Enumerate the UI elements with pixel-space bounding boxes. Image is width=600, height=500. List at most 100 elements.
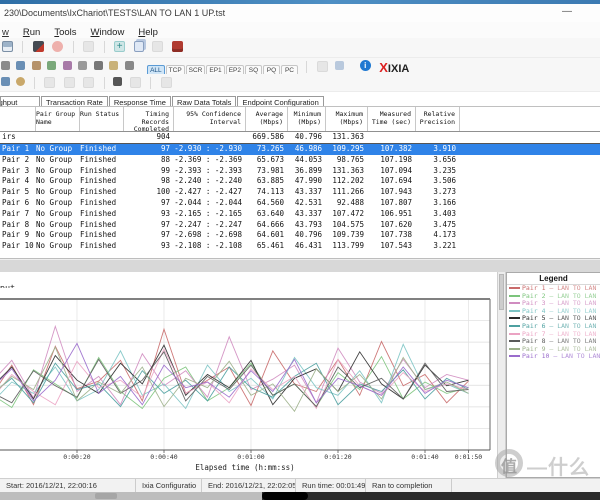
sort-icon[interactable]: [78, 61, 87, 70]
menu-item-tools[interactable]: Tools: [54, 27, 76, 38]
edit-icon[interactable]: [1, 77, 10, 86]
legend-item-pair-7[interactable]: Pair 7 — LAN TO LAN 1 UP: [507, 331, 600, 339]
table-row[interactable]: Pair 10No GroupFinished93-2.108 : -2.108…: [0, 241, 600, 252]
run-test-icon[interactable]: [33, 41, 44, 52]
cell-timing: 97: [124, 144, 174, 155]
group-icon[interactable]: [94, 61, 103, 70]
grid-summary-row[interactable]: All Pairs904669.58640.796131.363: [0, 132, 600, 144]
cell-group: No Group: [36, 176, 80, 187]
table-row[interactable]: Pair 6No GroupFinished97-2.044 : -2.0446…: [0, 198, 600, 209]
legend-swatch: [509, 310, 520, 312]
chart-icon[interactable]: [47, 61, 56, 70]
table-row[interactable]: Pair 2No GroupFinished88-2.369 : -2.3696…: [0, 155, 600, 166]
grid-header-average[interactable]: Average (Mbps): [246, 107, 288, 131]
disabled-tool-icon: [83, 41, 94, 52]
chart-title: Throughput: [0, 284, 15, 288]
multicast-icon[interactable]: [32, 61, 41, 70]
cell-conf: -2.930 : -2.930: [174, 144, 246, 155]
cell-status: Finished: [80, 144, 124, 155]
legend-swatch: [509, 333, 520, 335]
legend-item-pair-8[interactable]: Pair 8 — LAN TO LAN 1 UP: [507, 338, 600, 346]
legend-swatch: [509, 287, 520, 289]
cell-prec: 3.403: [416, 209, 460, 220]
legend-item-pair-2[interactable]: Pair 2 — LAN TO LAN 1 UP: [507, 293, 600, 301]
table-row[interactable]: Pair 3No GroupFinished99-2.393 : -2.3937…: [0, 166, 600, 177]
legend-item-pair-1[interactable]: Pair 1 — LAN TO LAN 1 UP: [507, 285, 600, 293]
cell-pair: Pair 1: [2, 144, 36, 155]
pair-icon[interactable]: [16, 61, 25, 70]
cell-status: Finished: [80, 230, 124, 241]
grid-header-measured[interactable]: Measured Time (sec): [368, 107, 416, 131]
grid-header-pair: [2, 107, 36, 131]
table-row[interactable]: Pair 5No GroupFinished100-2.427 : -2.427…: [0, 187, 600, 198]
copy-icon[interactable]: [134, 41, 144, 52]
toolbar-main: +: [0, 38, 600, 58]
table-row[interactable]: Pair 9No GroupFinished97-2.698 : -2.6986…: [0, 230, 600, 241]
add-pair-icon[interactable]: +: [114, 41, 125, 52]
summary-cell: 669.586: [246, 132, 288, 143]
cell-timing: 97: [124, 198, 174, 209]
table-row[interactable]: Pair 7No GroupFinished93-2.165 : -2.1656…: [0, 209, 600, 220]
menu-item-help[interactable]: Help: [138, 27, 158, 38]
table-row[interactable]: Pair 1No GroupFinished97-2.930 : -2.9307…: [0, 144, 600, 155]
toolbar-separator: [104, 41, 105, 53]
grid-header-timing-records[interactable]: Timing Records Completed: [124, 107, 174, 131]
cell-conf: -2.108 : -2.108: [174, 241, 246, 252]
help-book-icon[interactable]: [172, 41, 183, 52]
console-icon[interactable]: [125, 61, 134, 70]
cell-group: No Group: [36, 230, 80, 241]
legend-swatch: [509, 340, 520, 342]
legend-item-pair-6[interactable]: Pair 6 — LAN TO LAN 1 UP: [507, 323, 600, 331]
grid-header-run-status[interactable]: Run Status: [80, 107, 124, 131]
menu-item-run[interactable]: Run: [23, 27, 40, 38]
legend-item-pair-5[interactable]: Pair 5 — LAN TO LAN 1 UP: [507, 315, 600, 323]
cell-avg: 65.673: [246, 155, 288, 166]
grid-header-95-confidence[interactable]: 95% Confidence Interval: [174, 107, 246, 131]
globe-icon[interactable]: [16, 77, 25, 86]
cell-min: 43.337: [288, 187, 326, 198]
arrange-icon-disabled: [130, 77, 141, 88]
scan-icon[interactable]: [109, 61, 118, 70]
grid-header-maximum[interactable]: Maximum (Mbps): [326, 107, 368, 131]
legend-item-pair-10[interactable]: Pair 10 — LAN TO LAN 1 UP: [507, 353, 600, 361]
minimize-button[interactable]: —: [562, 6, 572, 17]
legend-entries: Pair 1 — LAN TO LAN 1 UPPair 2 — LAN TO …: [507, 285, 600, 361]
grid-header-relative[interactable]: Relative Precision: [416, 107, 460, 131]
table-row[interactable]: Pair 4No GroupFinished98-2.240 : -2.2406…: [0, 176, 600, 187]
menu-item-window[interactable]: Window: [91, 27, 125, 38]
table-row[interactable]: Pair 8No GroupFinished97-2.247 : -2.2476…: [0, 220, 600, 231]
info-icon[interactable]: i: [360, 60, 371, 71]
save-icon[interactable]: [2, 41, 13, 52]
x-tick-0:00:20: 0:00:20: [63, 453, 90, 461]
summary-cell: [416, 132, 460, 143]
scrollbar-thumb[interactable]: [499, 274, 504, 310]
cell-max: 131.363: [326, 166, 368, 177]
legend-item-pair-9[interactable]: Pair 9 — LAN TO LAN 1 UP: [507, 346, 600, 354]
legend-title: Legend: [507, 273, 600, 285]
columns-icon[interactable]: [63, 61, 72, 70]
menu-item-w[interactable]: w: [2, 27, 9, 38]
legend-item-pair-4[interactable]: Pair 4 — LAN TO LAN 1 UP: [507, 308, 600, 316]
window-cascade-icon[interactable]: [335, 61, 344, 70]
chart-vertical-scrollbar[interactable]: [497, 272, 506, 478]
cell-status: Finished: [80, 209, 124, 220]
cell-max: 112.202: [326, 176, 368, 187]
cell-pair: Pair 10: [2, 241, 36, 252]
cell-group: No Group: [36, 198, 80, 209]
cell-min: 46.431: [288, 241, 326, 252]
summary-cell: 904: [124, 132, 174, 143]
titlebar: 230\Documents\IxChariot\TESTS\LAN TO LAN…: [0, 4, 600, 22]
grid-header-minimum[interactable]: Minimum (Mbps): [288, 107, 326, 131]
cell-group: No Group: [36, 155, 80, 166]
cell-min: 46.986: [288, 144, 326, 155]
cell-max: 104.575: [326, 220, 368, 231]
tile-windows-icon[interactable]: [113, 77, 122, 86]
legend-item-pair-3[interactable]: Pair 3 — LAN TO LAN 1 UP: [507, 300, 600, 308]
cell-avg: 74.113: [246, 187, 288, 198]
cell-pair: Pair 5: [2, 187, 36, 198]
list-icon[interactable]: [1, 61, 10, 70]
cell-time: 107.807: [368, 198, 416, 209]
grid-header-pair-group[interactable]: Pair Group Name: [36, 107, 80, 131]
cell-pair: Pair 3: [2, 166, 36, 177]
cell-time: 107.738: [368, 230, 416, 241]
